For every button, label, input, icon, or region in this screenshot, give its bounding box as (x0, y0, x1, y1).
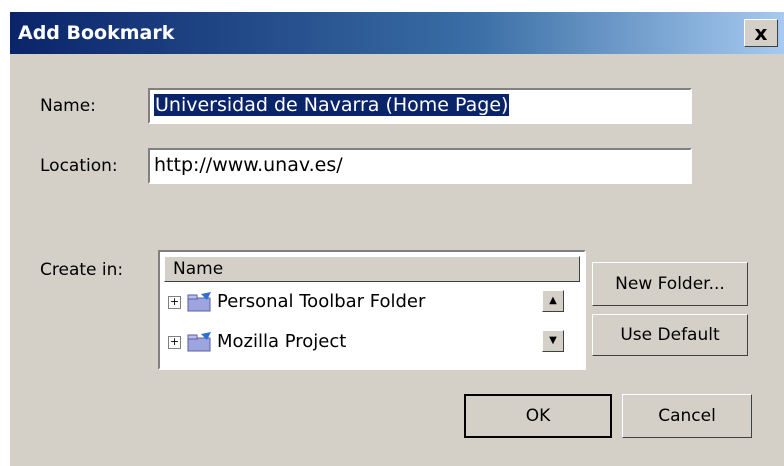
background-strip-left (0, 0, 10, 466)
folder-icon (187, 332, 211, 352)
folder-icon (187, 292, 211, 312)
tree-item-personal-toolbar-folder[interactable]: + Personal Toolbar Folder (168, 288, 425, 316)
arrow-down-icon: ▼ (549, 335, 557, 346)
folder-tree[interactable]: Name + Personal Toolbar Folder + Mozilla… (158, 250, 586, 370)
cancel-button[interactable]: Cancel (622, 394, 752, 438)
column-header-name[interactable]: Name (164, 256, 580, 282)
title-bar[interactable]: Add Bookmark x (10, 12, 784, 54)
location-label: Location: (40, 156, 118, 176)
create-in-label: Create in: (40, 260, 124, 280)
ok-button[interactable]: OK (464, 394, 612, 438)
name-input-value: Universidad de Navarra (Home Page) (154, 94, 510, 116)
scroll-up-button[interactable]: ▲ (542, 290, 564, 312)
add-bookmark-dialog: Add Bookmark x Name: Universidad de Nava… (10, 12, 784, 466)
expand-icon[interactable]: + (168, 335, 181, 349)
tree-item-mozilla-project[interactable]: + Mozilla Project (168, 328, 346, 356)
dialog-title: Add Bookmark (18, 22, 175, 44)
location-input-value: http://www.unav.es/ (154, 154, 343, 176)
tree-item-label: Mozilla Project (217, 331, 347, 352)
tree-item-label: Personal Toolbar Folder (217, 291, 426, 312)
use-default-button[interactable]: Use Default (592, 314, 748, 356)
name-label: Name: (40, 96, 96, 116)
location-input[interactable]: http://www.unav.es/ (148, 148, 692, 184)
expand-icon[interactable]: + (168, 295, 181, 309)
new-folder-button[interactable]: New Folder... (592, 262, 748, 306)
close-icon: x (754, 21, 768, 45)
arrow-up-icon: ▲ (549, 295, 557, 306)
scroll-down-button[interactable]: ▼ (542, 330, 564, 352)
background-strip (0, 0, 784, 12)
name-input[interactable]: Universidad de Navarra (Home Page) (148, 88, 692, 124)
close-button[interactable]: x (744, 19, 778, 47)
